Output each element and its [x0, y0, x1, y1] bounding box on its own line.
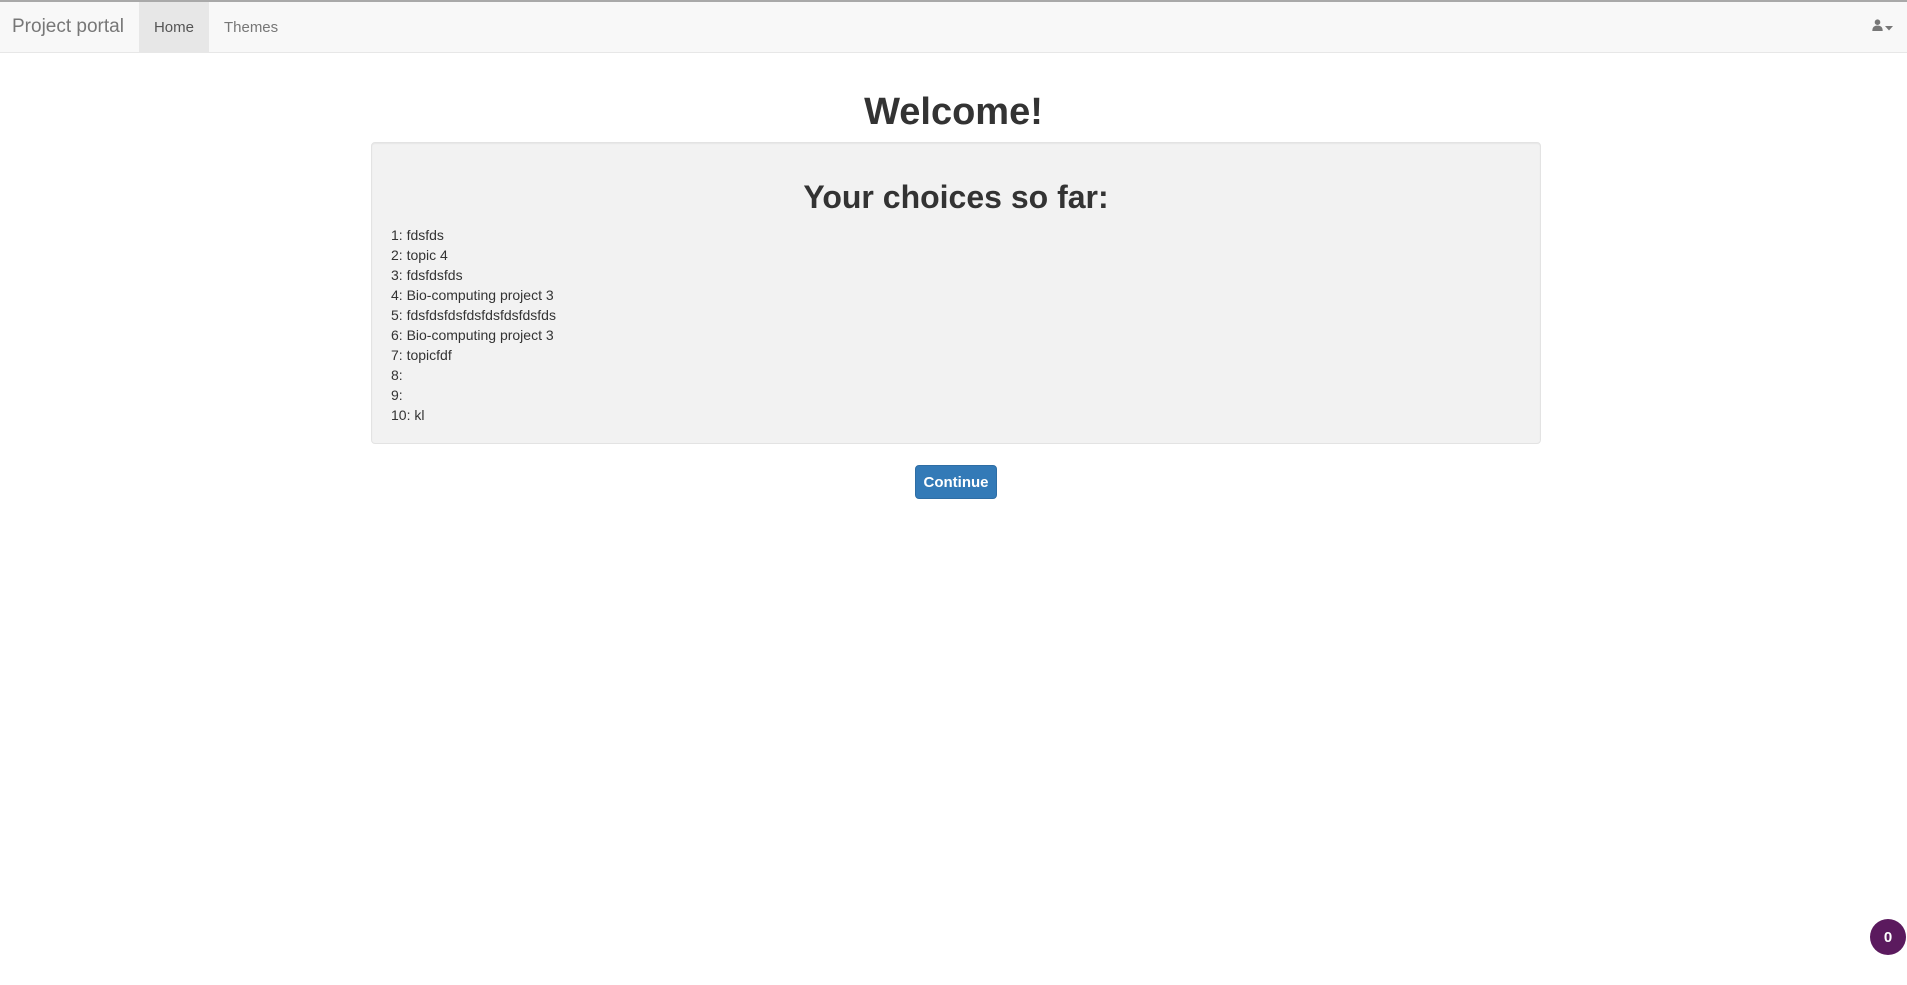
- choices-list: 1: fdsfds 2: topic 4 3: fdsfdsfds 4: Bio…: [391, 225, 556, 425]
- choices-panel: Your choices so far: 1: fdsfds 2: topic …: [371, 142, 1541, 444]
- choice-item: 4: Bio-computing project 3: [391, 287, 554, 303]
- nav-item-home[interactable]: Home: [138, 2, 209, 52]
- choice-item: 7: topicfdf: [391, 347, 452, 363]
- choice-item: 6: Bio-computing project 3: [391, 327, 554, 343]
- choice-item: 8:: [391, 367, 403, 383]
- choices-heading: Your choices so far:: [803, 179, 1109, 215]
- caret-down-icon: [1885, 18, 1893, 36]
- choice-item: 5: fdsfdsfdsfdsfdsfdsfdsfds: [391, 307, 556, 323]
- choice-item: 3: fdsfdsfds: [391, 267, 463, 283]
- nav-item-themes[interactable]: Themes: [209, 2, 293, 52]
- navbar: Project portal Home Themes: [0, 2, 1907, 53]
- notification-badge[interactable]: 0: [1870, 919, 1906, 955]
- user-icon: [1872, 18, 1883, 36]
- choice-item: 9:: [391, 387, 403, 403]
- choice-item: 10: kl: [391, 407, 425, 423]
- page-title: Welcome!: [864, 91, 1043, 133]
- brand-link[interactable]: Project portal: [0, 2, 139, 52]
- continue-button[interactable]: Continue: [915, 465, 997, 499]
- user-menu-dropdown[interactable]: [1872, 2, 1893, 52]
- choice-item: 2: topic 4: [391, 247, 448, 263]
- choice-item: 1: fdsfds: [391, 227, 444, 243]
